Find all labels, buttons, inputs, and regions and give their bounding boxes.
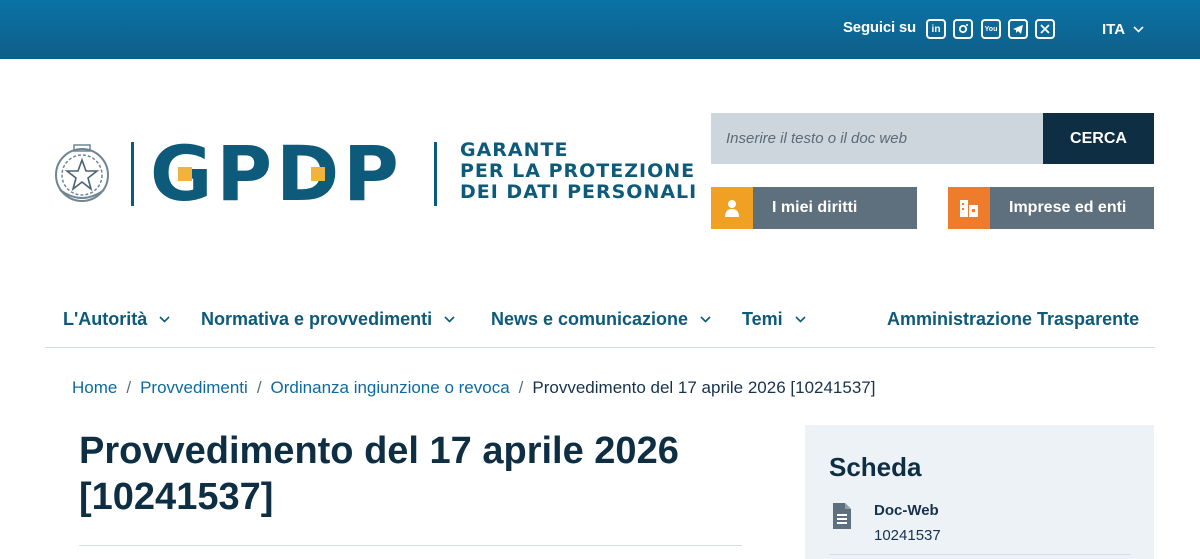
instagram-icon[interactable]	[953, 19, 973, 39]
breadcrumb-home[interactable]: Home	[72, 378, 117, 398]
chevron-down-icon	[1133, 26, 1144, 33]
scheda-title: Scheda	[829, 452, 922, 482]
chevron-down-icon	[444, 316, 455, 323]
title-divider	[79, 545, 742, 546]
my-rights-button[interactable]: I miei diritti	[711, 187, 917, 229]
page-title-line: [10241537]	[79, 476, 274, 518]
garante-name: GARANTE PER LA PROTEZIONE DEI DATI PERSO…	[460, 140, 697, 203]
nav-label: News e comunicazione	[491, 309, 689, 329]
breadcrumb-separator: /	[518, 378, 524, 397]
my-rights-label: I miei diritti	[772, 199, 858, 216]
nav-normativa[interactable]: Normativa e provvedimenti	[201, 309, 455, 330]
search-input[interactable]	[711, 113, 1044, 164]
breadcrumb: Home / Provvedimenti / Ordinanza ingiunz…	[72, 378, 875, 398]
breadcrumb-separator: /	[126, 378, 132, 397]
nav-label: Normativa e provvedimenti	[201, 309, 433, 329]
nav-amministrazione-trasparente[interactable]: Amministrazione Trasparente	[887, 309, 1139, 330]
linkedin-icon[interactable]: in	[926, 19, 946, 39]
logo-dot	[178, 167, 192, 181]
youtube-icon[interactable]: You	[981, 19, 1001, 39]
nav-label: Amministrazione Trasparente	[887, 309, 1140, 329]
building-icon	[948, 187, 990, 229]
person-icon	[711, 187, 753, 229]
logo-dot	[311, 167, 325, 181]
nav-autorita[interactable]: L'Autorità	[63, 309, 170, 330]
businesses-button[interactable]: Imprese ed enti	[948, 187, 1154, 229]
language-label: ITA	[1102, 21, 1126, 38]
scheda-card: Scheda Doc-Web 10241537	[805, 425, 1154, 559]
emblem-icon	[55, 144, 109, 202]
nav-label: L'Autorità	[63, 309, 148, 329]
garante-line: PER LA PROTEZIONE	[460, 160, 696, 182]
page-title: Provvedimento del 17 aprile 2026 [102415…	[79, 428, 719, 520]
breadcrumb-ordinanza[interactable]: Ordinanza ingiunzione o revoca	[271, 378, 510, 398]
logo-divider	[131, 142, 134, 206]
doc-web-label: Doc-Web	[874, 502, 939, 519]
scheda-divider	[829, 554, 1131, 555]
telegram-icon[interactable]	[1008, 19, 1028, 39]
top-bar: Seguici su in You ITA	[0, 0, 1200, 59]
chevron-down-icon	[795, 316, 806, 323]
businesses-label: Imprese ed enti	[1009, 199, 1127, 216]
breadcrumb-current: Provvedimento del 17 aprile 2026 [102415…	[532, 378, 876, 397]
nav-news[interactable]: News e comunicazione	[491, 309, 711, 330]
x-icon[interactable]	[1035, 19, 1055, 39]
follow-label: Seguici su	[843, 19, 917, 36]
garante-line: DEI DATI PERSONALI	[460, 181, 698, 203]
nav-label: Temi	[742, 309, 783, 329]
doc-web-value: 10241537	[874, 527, 941, 544]
chevron-down-icon	[700, 316, 711, 323]
language-selector[interactable]: ITA	[1102, 21, 1144, 38]
page-title-line: Provvedimento del 17 aprile 2026	[79, 430, 679, 472]
garante-line: GARANTE	[460, 139, 569, 161]
breadcrumb-separator: /	[256, 378, 262, 397]
logo-divider	[434, 142, 437, 206]
document-icon	[833, 503, 851, 529]
nav-divider	[45, 347, 1155, 348]
search-button[interactable]: CERCA	[1043, 113, 1154, 164]
nav-temi[interactable]: Temi	[742, 309, 806, 330]
breadcrumb-provvedimenti[interactable]: Provvedimenti	[140, 378, 248, 398]
chevron-down-icon	[159, 316, 170, 323]
